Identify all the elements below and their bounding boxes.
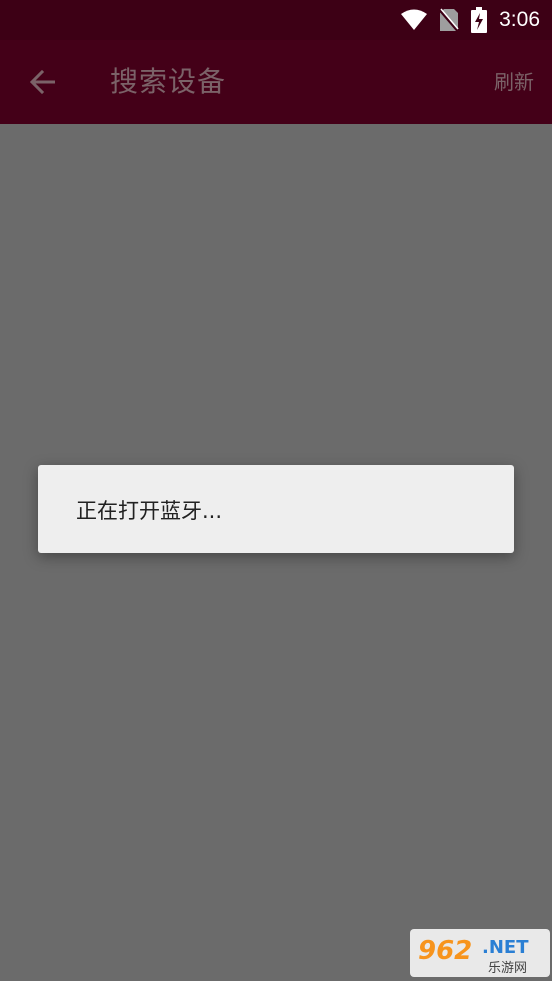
page-title: 搜索设备 bbox=[110, 65, 227, 98]
status-time: 3:06 bbox=[499, 8, 540, 31]
svg-text:乐游网: 乐游网 bbox=[488, 961, 527, 976]
svg-text:.NET: .NET bbox=[482, 937, 529, 958]
refresh-button[interactable]: 刷新 bbox=[494, 40, 534, 124]
dialog-message: 正在打开蓝牙... bbox=[76, 499, 223, 523]
battery-charging-icon bbox=[471, 7, 488, 33]
arrow-left-icon bbox=[29, 70, 55, 94]
wifi-icon bbox=[401, 9, 428, 31]
back-button[interactable] bbox=[20, 60, 64, 104]
watermark-logo: 962 .NET 乐游网 bbox=[410, 929, 550, 977]
no-sim-icon bbox=[439, 8, 460, 32]
status-icons: 3:06 bbox=[401, 6, 540, 34]
app-bar: 搜索设备 刷新 bbox=[0, 40, 552, 124]
status-bar: 3:06 bbox=[0, 0, 552, 40]
progress-dialog: 正在打开蓝牙... bbox=[38, 465, 514, 553]
svg-text:962: 962 bbox=[418, 936, 472, 966]
